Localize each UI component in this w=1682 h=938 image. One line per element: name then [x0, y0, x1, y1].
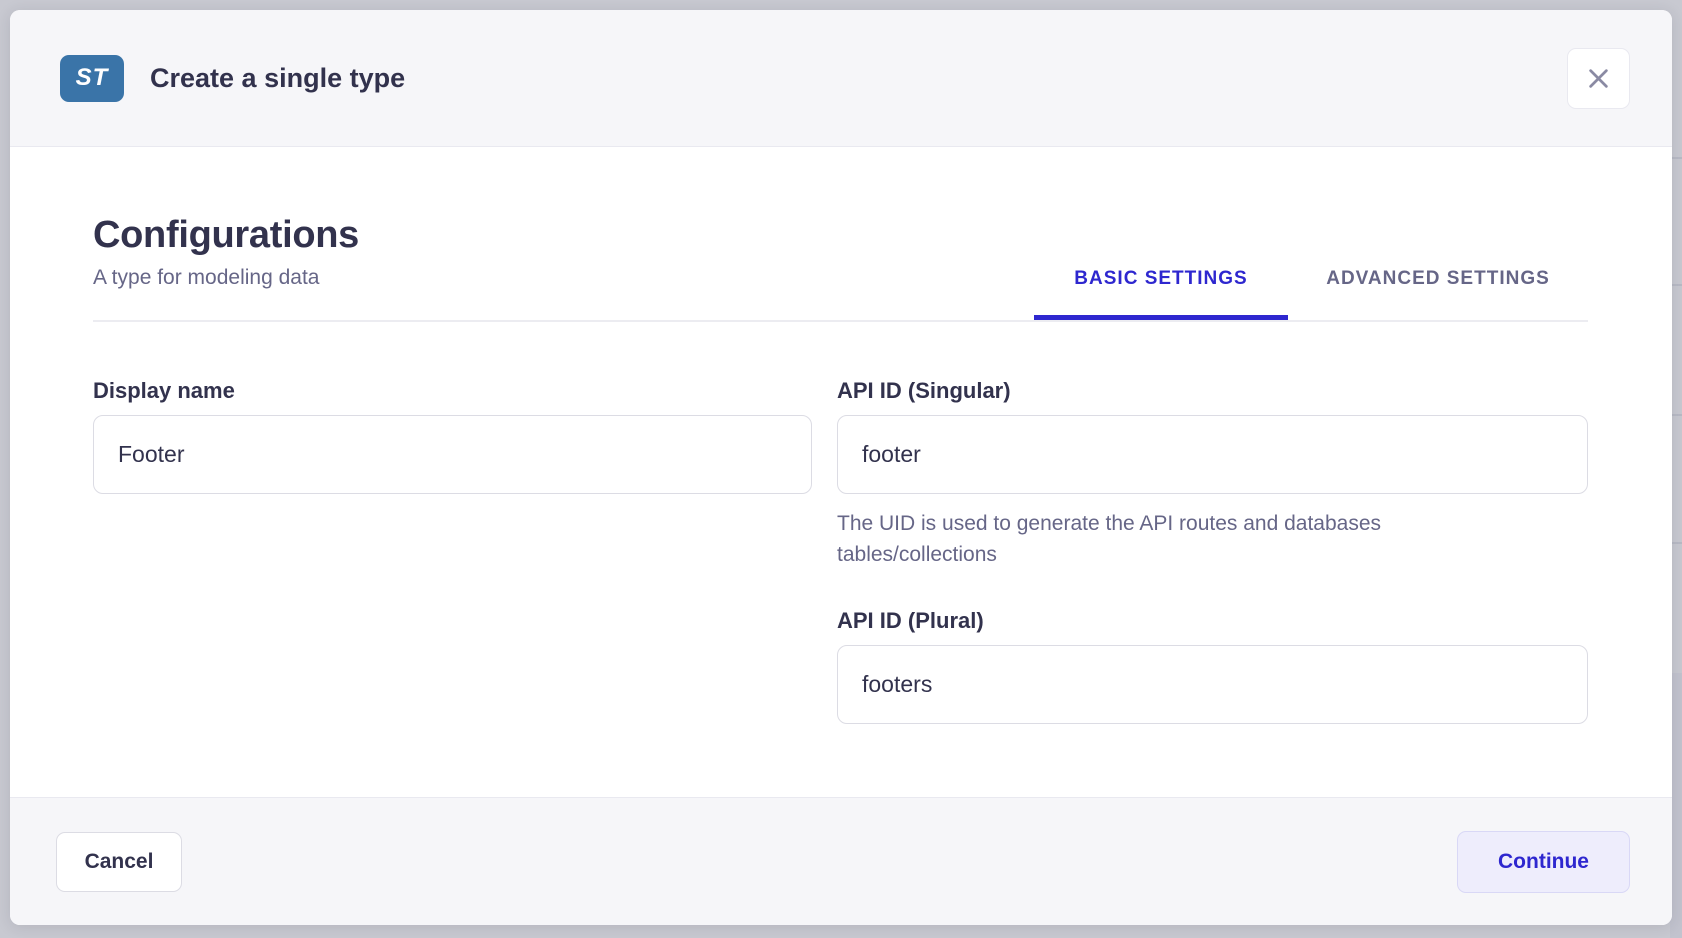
api-id-plural-input[interactable] — [837, 645, 1588, 724]
modal-footer: Cancel Continue — [10, 797, 1672, 925]
configuration-form: Display name API ID (Singular) The UID i… — [93, 322, 1588, 724]
page-background: { "modal": { "header": { "badge": "ST", … — [0, 0, 1682, 938]
api-id-column: API ID (Singular) The UID is used to gen… — [837, 378, 1588, 724]
tab-basic-settings[interactable]: BASIC SETTINGS — [1034, 268, 1288, 320]
create-single-type-modal: ST Create a single type Configurations A… — [10, 10, 1672, 925]
cancel-button[interactable]: Cancel — [56, 832, 182, 892]
display-name-field: Display name — [93, 378, 812, 494]
modal-header: ST Create a single type — [10, 10, 1672, 147]
api-id-singular-input[interactable] — [837, 415, 1588, 494]
modal-body: Configurations A type for modeling data … — [10, 147, 1672, 797]
close-icon — [1585, 65, 1612, 92]
api-id-singular-hint: The UID is used to generate the API rout… — [837, 508, 1487, 570]
section-header: Configurations A type for modeling data … — [93, 147, 1588, 322]
api-id-plural-field: API ID (Plural) — [837, 608, 1588, 724]
modal-title: Create a single type — [150, 63, 405, 94]
section-subtitle: A type for modeling data — [93, 266, 359, 290]
api-id-singular-field: API ID (Singular) The UID is used to gen… — [837, 378, 1588, 570]
display-name-label: Display name — [93, 378, 812, 404]
tab-advanced-settings[interactable]: ADVANCED SETTINGS — [1288, 268, 1588, 320]
settings-tabs: BASIC SETTINGS ADVANCED SETTINGS — [1034, 268, 1588, 320]
api-id-singular-label: API ID (Singular) — [837, 378, 1588, 404]
section-title: Configurations — [93, 214, 359, 257]
close-button[interactable] — [1567, 48, 1630, 109]
display-name-input[interactable] — [93, 415, 812, 494]
continue-button[interactable]: Continue — [1457, 831, 1630, 893]
display-name-column: Display name — [93, 378, 812, 724]
api-id-plural-label: API ID (Plural) — [837, 608, 1588, 634]
single-type-badge: ST — [60, 55, 124, 102]
section-heading-block: Configurations A type for modeling data — [93, 214, 359, 320]
